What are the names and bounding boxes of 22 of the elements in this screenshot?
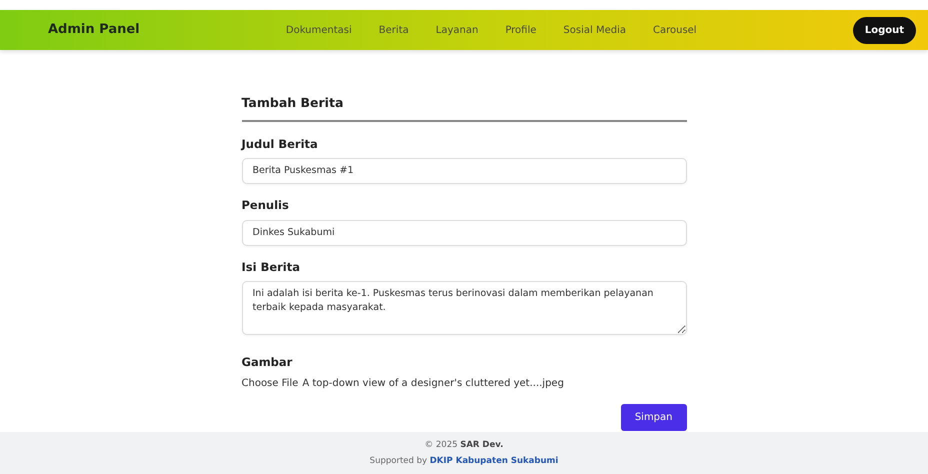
- brand-title[interactable]: Admin Panel: [48, 20, 140, 40]
- copyright-text: © 2025 SAR Dev.: [424, 438, 504, 452]
- nav-link-item[interactable]: Dokumentasi: [286, 22, 352, 38]
- nav-link-item[interactable]: Berita: [378, 22, 409, 38]
- nav-link-item[interactable]: Profile: [505, 22, 536, 38]
- nav-link-item[interactable]: Carousel: [652, 22, 697, 38]
- field-label: Isi Berita: [242, 258, 302, 276]
- field-label: Judul Berita: [242, 136, 319, 153]
- logout-button[interactable]: Logout: [852, 16, 916, 44]
- field-label: Gambar: [242, 354, 294, 370]
- file-name: A top-down view of a designer's cluttered yet....jpeg: [302, 376, 564, 391]
- nav-link-item[interactable]: Layanan: [436, 22, 478, 38]
- textarea-field[interactable]: Ini adalah isi berita ke-1. Puskesmas terus berinovasi dalam memberikan pelayanan terbaik kepada masyarakat.: [242, 281, 686, 335]
- supported-by-text: Supported by DKIP Kabupaten Sukabumi: [370, 454, 558, 468]
- field-label: Penulis: [242, 197, 290, 214]
- form-title: Tambah Berita: [242, 94, 686, 122]
- text-input-field[interactable]: Berita Puskesmas #1: [242, 158, 686, 184]
- text-input-field[interactable]: Dinkes Sukabumi: [242, 220, 686, 246]
- choose-file-button[interactable]: Choose File: [242, 376, 298, 391]
- nav-link-item[interactable]: Sosial Media: [563, 22, 626, 38]
- footer-link[interactable]: DKIP Kabupaten Sukabumi: [430, 456, 558, 466]
- save-button[interactable]: Simpan: [620, 404, 686, 431]
